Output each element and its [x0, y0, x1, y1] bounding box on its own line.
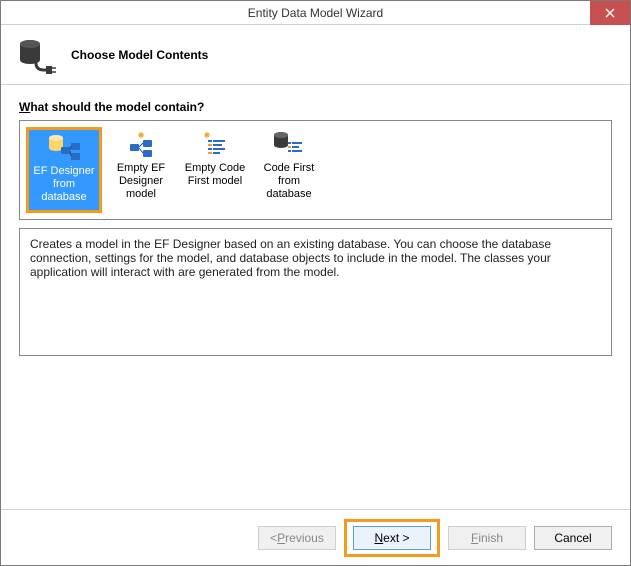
empty-designer-icon [124, 130, 158, 160]
selection-highlight: EF Designer from database [26, 127, 102, 213]
database-plug-icon [16, 35, 56, 75]
header-title: Choose Model Contents [71, 48, 208, 62]
code-first-db-icon [272, 130, 306, 160]
close-button[interactable] [590, 1, 630, 25]
option-ef-designer-from-db[interactable]: EF Designer from database [29, 130, 99, 210]
previous-button: < Previous [258, 526, 336, 550]
finish-button: Finish [448, 526, 526, 550]
window-title: Entity Data Model Wizard [1, 6, 630, 20]
wizard-window: Entity Data Model Wizard Choose Model Co… [0, 0, 631, 566]
option-code-first-from-db[interactable]: Code First from database [254, 127, 324, 213]
content-area: What should the model contain? [1, 85, 630, 509]
empty-code-first-icon [198, 130, 232, 160]
ef-designer-db-icon [47, 133, 81, 163]
option-label: Empty EF Designer model [108, 162, 174, 201]
description-box: Creates a model in the EF Designer based… [19, 228, 612, 356]
description-text: Creates a model in the EF Designer based… [30, 237, 551, 279]
option-label: EF Designer from database [31, 165, 97, 204]
option-label: Code First from database [256, 162, 322, 201]
prompt-label: What should the model contain? [19, 100, 612, 114]
option-empty-ef-designer[interactable]: Empty EF Designer model [106, 127, 176, 213]
option-label: Empty Code First model [182, 162, 248, 188]
close-icon [605, 8, 615, 18]
next-button[interactable]: Next > [353, 526, 431, 550]
footer-buttons: < Previous Next > Finish Cancel [1, 509, 630, 565]
cancel-button[interactable]: Cancel [534, 526, 612, 550]
option-empty-code-first[interactable]: Empty Code First model [180, 127, 250, 213]
titlebar: Entity Data Model Wizard [1, 1, 630, 25]
next-highlight: Next > [344, 519, 440, 557]
model-options-list: EF Designer from database [19, 120, 612, 220]
header-strip: Choose Model Contents [1, 25, 630, 85]
